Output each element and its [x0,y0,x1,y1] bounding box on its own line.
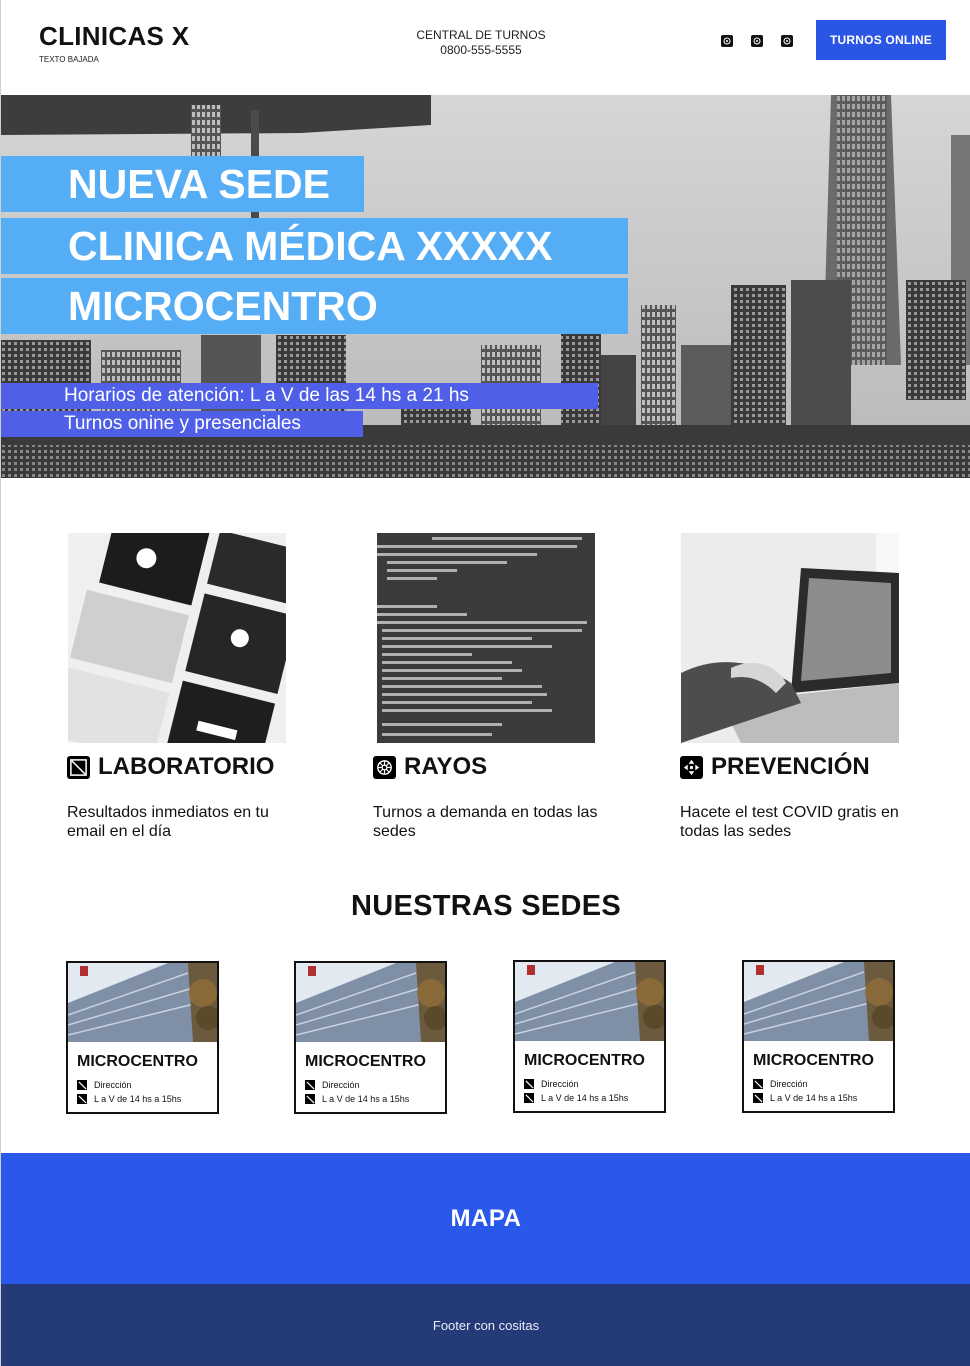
hero-title-line-2: CLINICA MÉDICA XXXXX [1,218,628,274]
slash-square-icon [524,1093,534,1103]
central-label: CENTRAL DE TURNOS [416,28,546,42]
slash-square-icon [524,1079,534,1089]
service-title-text: LABORATORIO [98,753,275,780]
social-icon[interactable] [781,35,793,47]
sede-building-image [515,962,664,1041]
sede-hours: L a V de 14 hs a 15hs [322,1094,410,1104]
sede-address: Dirección [322,1080,360,1090]
service-title-text: PREVENCIÓN [711,753,870,780]
site-header: CLINICAS X TEXTO BAJADA CENTRAL DE TURNO… [1,0,970,95]
social-icon[interactable] [751,35,763,47]
slash-square-icon [753,1079,763,1089]
sede-name: MICROCENTRO [77,1053,198,1070]
sede-address: Dirección [770,1079,808,1089]
service-desc-prevencion: Hacete el test COVID gratis en todas las… [680,804,899,840]
sede-name: MICROCENTRO [753,1052,874,1069]
rayos-image [377,533,595,743]
slash-square-icon [305,1080,315,1090]
sede-card[interactable]: MICROCENTRO Dirección L a V de 14 hs a 1… [66,961,219,1114]
sede-address-row: Dirección [524,1079,579,1089]
sede-hours-row: L a V de 14 hs a 15hs [753,1093,857,1103]
hero-turnos: Turnos onine y presenciales [1,411,363,437]
service-title-prevencion: PREVENCIÓN [680,753,870,781]
map-section[interactable]: MAPA [1,1153,970,1284]
sede-name: MICROCENTRO [524,1052,645,1069]
sede-address: Dirección [541,1079,579,1089]
brand-title[interactable]: CLINICAS X [39,21,189,52]
move-arrows-icon [680,755,703,779]
slash-square-icon [67,755,90,779]
service-title-laboratorio: LABORATORIO [67,753,274,781]
sede-building-image [68,963,217,1042]
sede-building-image [296,963,445,1042]
brand-tagline: TEXTO BAJADA [39,55,99,64]
central-phone[interactable]: 0800-555-5555 [381,43,581,58]
sede-card[interactable]: MICROCENTRO Dirección L a V de 14 hs a 1… [294,961,447,1114]
map-label: MAPA [450,1204,522,1232]
sede-hours: L a V de 14 hs a 15hs [770,1093,858,1103]
landing-page: CLINICAS X TEXTO BAJADA CENTRAL DE TURNO… [0,0,970,1366]
sede-hours: L a V de 14 hs a 15hs [94,1094,182,1104]
slash-square-icon [305,1094,315,1104]
sede-hours-row: L a V de 14 hs a 15hs [77,1094,181,1104]
sede-card[interactable]: MICROCENTRO Dirección L a V de 14 hs a 1… [513,960,666,1113]
sede-address-row: Dirección [77,1080,132,1090]
sede-address: Dirección [94,1080,132,1090]
sede-hours-row: L a V de 14 hs a 15hs [305,1094,409,1104]
slash-square-icon [77,1080,87,1090]
aperture-icon [373,755,396,779]
hero-banner: NUEVA SEDE CLINICA MÉDICA XXXXX MICROCEN… [1,95,970,478]
laboratorio-image [68,533,286,743]
hero-title-line-1: NUEVA SEDE [1,156,364,212]
prevencion-image [681,533,899,743]
sede-building-image [744,962,893,1041]
slash-square-icon [753,1093,763,1103]
central-de-turnos: CENTRAL DE TURNOS 0800-555-5555 [381,28,581,58]
footer-text: Footer con cositas [432,1317,540,1333]
hero-hours: Horarios de atención: L a V de las 14 hs… [1,383,598,409]
site-footer: Footer con cositas [1,1284,970,1366]
sedes-section-title: NUESTRAS SEDES [350,890,622,922]
service-title-text: RAYOS [404,753,488,780]
sede-address-row: Dirección [305,1080,360,1090]
hero-title-line-3: MICROCENTRO [1,278,628,334]
turnos-online-button[interactable]: TURNOS ONLINE [816,20,946,60]
sede-name: MICROCENTRO [305,1053,426,1070]
social-icon[interactable] [721,35,733,47]
sede-hours-row: L a V de 14 hs a 15hs [524,1093,628,1103]
sede-hours: L a V de 14 hs a 15hs [541,1093,629,1103]
sede-card[interactable]: MICROCENTRO Dirección L a V de 14 hs a 1… [742,960,895,1113]
slash-square-icon [77,1094,87,1104]
service-desc-rayos: Turnos a demanda en todas las sedes [373,804,598,840]
sede-address-row: Dirección [753,1079,808,1089]
service-title-rayos: RAYOS [373,753,487,781]
service-desc-laboratorio: Resultados inmediatos en tu email en el … [67,804,269,840]
